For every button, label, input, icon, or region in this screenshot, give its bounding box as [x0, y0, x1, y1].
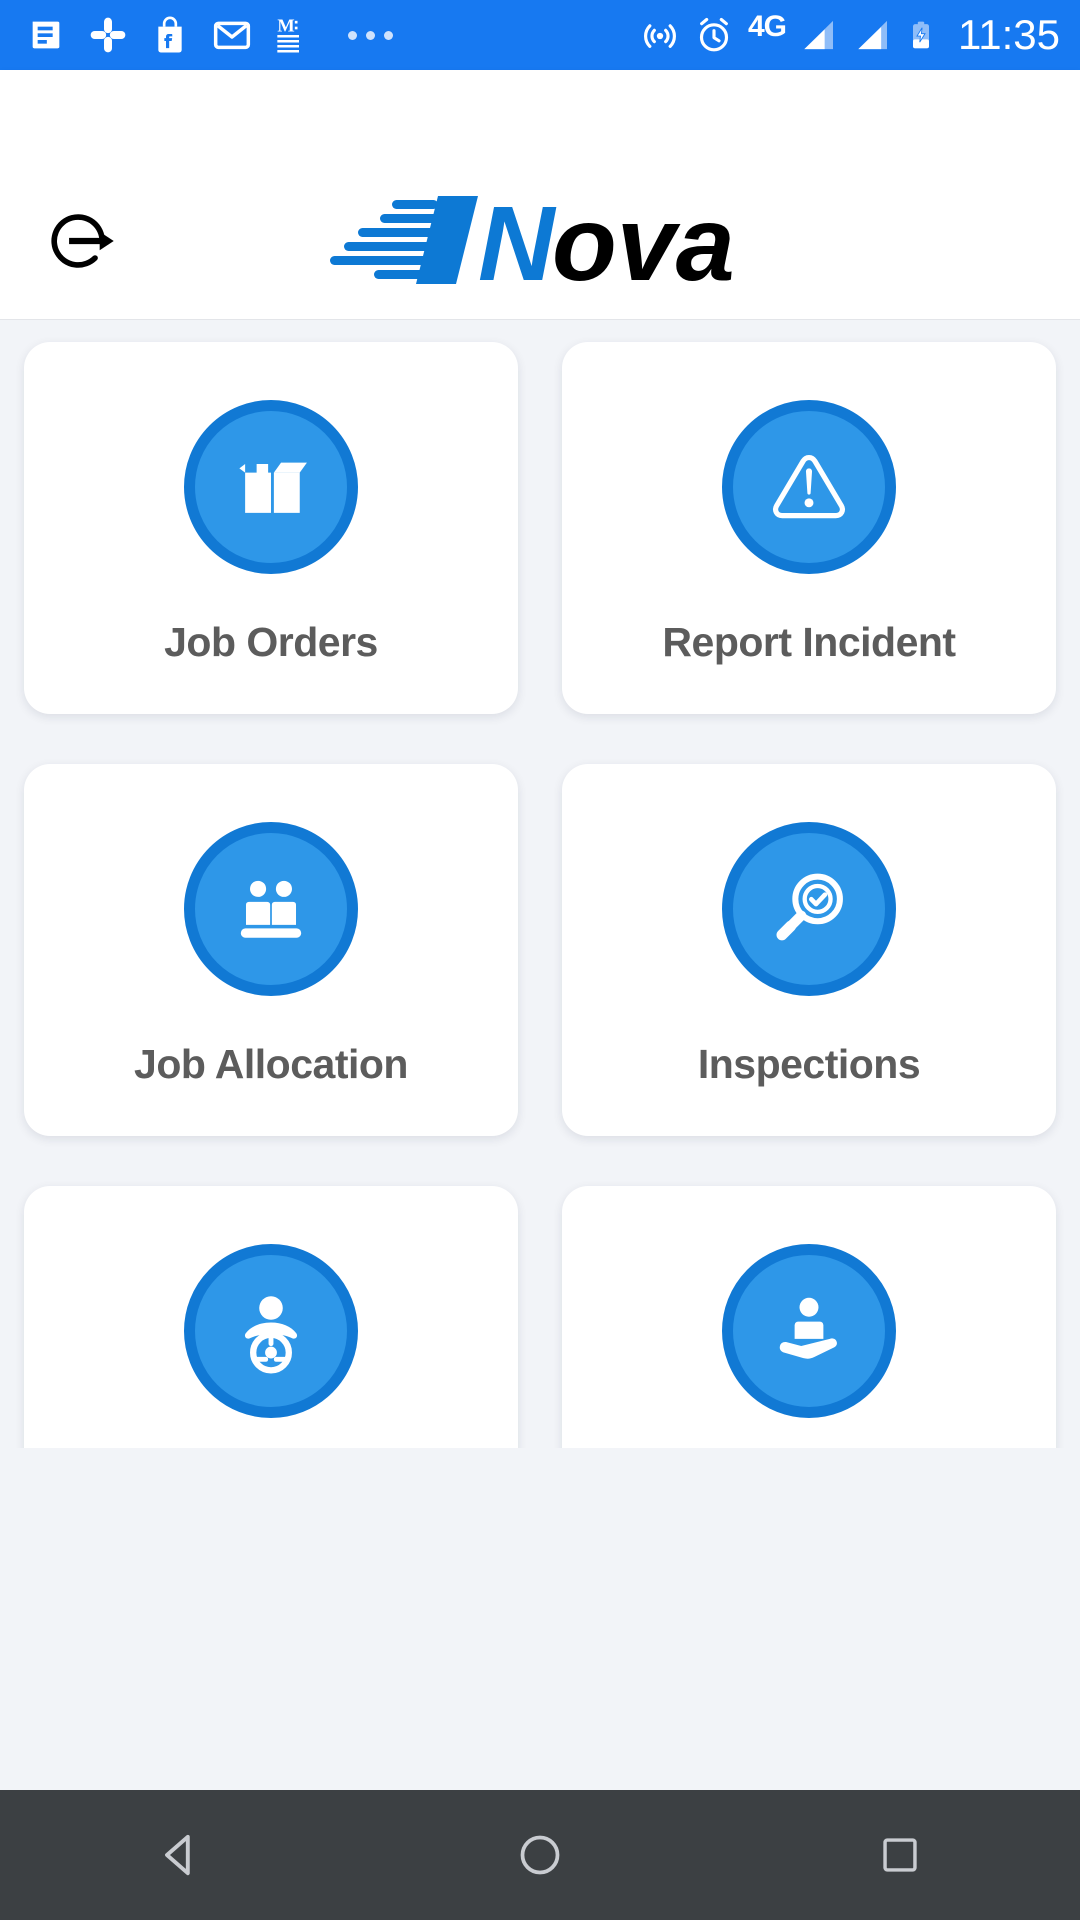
network-type-label: 4G: [747, 10, 787, 43]
battery-charging-icon: [913, 21, 929, 49]
system-status-icons: 4G 11:35: [640, 10, 1060, 59]
tile-report-incident[interactable]: Report Incident: [562, 342, 1056, 714]
status-overflow: [314, 30, 640, 40]
dashboard-tile-grid: Job Orders Report Incident Job Allocatio…: [0, 320, 1080, 1448]
driver-steering-wheel-icon: [244, 1296, 298, 1374]
news-icon: [32, 21, 60, 49]
back-button[interactable]: [145, 1820, 215, 1890]
gmail-icon: [213, 21, 251, 50]
signal-bars-sim2-icon: [858, 20, 887, 50]
signal-bars-sim1-icon: [804, 20, 833, 50]
tile-job-allocation[interactable]: Job Allocation: [24, 764, 518, 1136]
tile-icon-circle: [184, 822, 358, 996]
tile-inspections[interactable]: Inspections: [562, 764, 1056, 1136]
tile-register-driver[interactable]: Register Driver: [24, 1186, 518, 1448]
notification-icons: M: [26, 14, 314, 56]
hotspot-icon: [643, 24, 676, 48]
app-logo: N ova: [0, 180, 1080, 290]
alarm-icon: [699, 17, 729, 52]
status-bar[interactable]: M 4G 11:35: [0, 0, 1080, 70]
nova-logo: N ova: [330, 185, 735, 290]
tile-label: Report Incident: [662, 619, 956, 665]
flipkart-icon: [158, 16, 182, 53]
square-recents-icon: [883, 1838, 917, 1872]
medium-icon: M: [277, 16, 299, 53]
magnifier-check-icon: [776, 873, 843, 941]
more-dots-icon: [348, 30, 393, 40]
speed-lines-icon: [330, 196, 478, 284]
tile-icon-circle: [722, 1244, 896, 1418]
dashboard-scroll-area[interactable]: Job Orders Report Incident Job Allocatio…: [0, 320, 1080, 1448]
slack-icon: [90, 17, 126, 53]
circle-home-icon: [520, 1835, 560, 1875]
tile-icon-circle: [184, 1244, 358, 1418]
tile-label: Job Orders: [164, 619, 378, 665]
tile-icon-circle: [184, 400, 358, 574]
tile-label: Inspections: [697, 1041, 921, 1087]
android-navigation-bar[interactable]: [0, 1790, 1080, 1920]
logo-text-ova: ova: [552, 185, 735, 290]
svg-text:M: M: [277, 16, 294, 36]
tile-job-orders[interactable]: Job Orders: [24, 342, 518, 714]
tile-service-record[interactable]: Service Record: [562, 1186, 1056, 1448]
triangle-back-icon: [165, 1834, 190, 1876]
two-people-icon: [240, 880, 302, 938]
warning-triangle-icon: [773, 454, 845, 519]
tile-icon-circle: [722, 400, 896, 574]
status-clock: 11:35: [958, 11, 1060, 58]
hand-person-icon: [779, 1297, 837, 1359]
app-header: N ova: [0, 70, 1080, 320]
recents-button[interactable]: [865, 1820, 935, 1890]
package-box-icon: [239, 462, 307, 513]
tile-icon-circle: [722, 822, 896, 996]
home-button[interactable]: [505, 1820, 575, 1890]
logo-text-n: N: [478, 185, 557, 290]
tile-label: Job Allocation: [134, 1041, 408, 1087]
